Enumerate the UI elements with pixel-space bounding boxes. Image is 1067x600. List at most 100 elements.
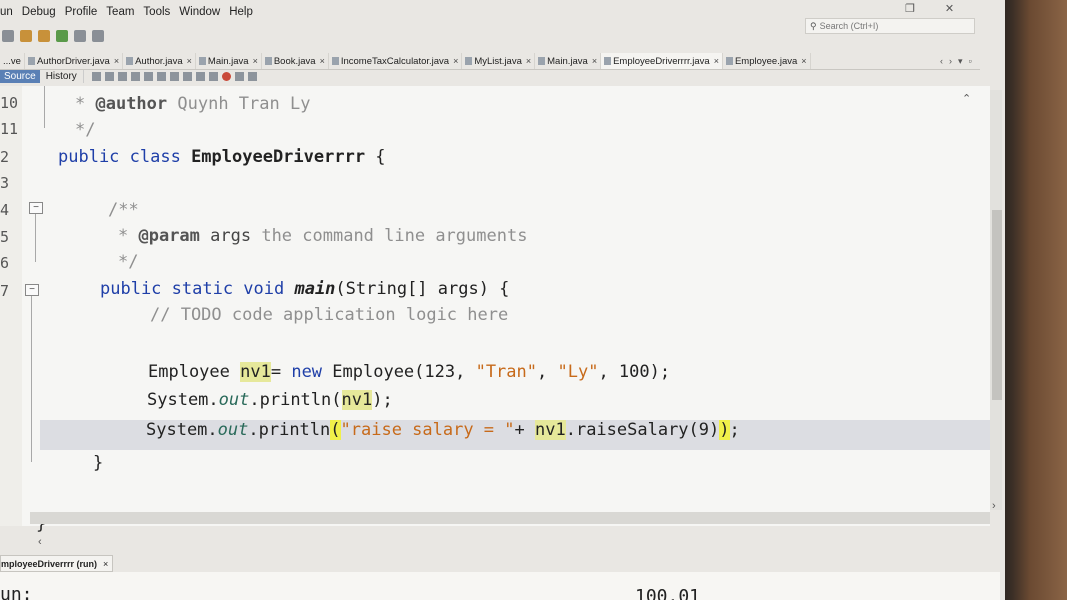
file-icon — [264, 57, 272, 65]
menu-window[interactable]: Window — [179, 6, 220, 26]
fold-collapse-icon[interactable]: − — [25, 284, 39, 296]
code-line: } — [93, 453, 103, 473]
file-icon — [538, 57, 546, 65]
code-line: /** — [108, 200, 139, 220]
code-text: = — [270, 362, 292, 382]
chevron-left-icon[interactable]: ‹ — [38, 536, 42, 548]
stop-macro-icon[interactable] — [234, 71, 244, 81]
record-macro-icon[interactable] — [221, 71, 231, 81]
uncomment-icon[interactable] — [208, 71, 218, 81]
find-prev-icon[interactable] — [130, 71, 140, 81]
tab-source[interactable]: Source — [0, 69, 40, 83]
close-icon[interactable]: ✕ — [945, 2, 954, 15]
close-icon[interactable]: × — [453, 56, 458, 66]
find-icon[interactable] — [117, 71, 127, 81]
code-line-current: System.out.println("raise salary = "+ nv… — [146, 420, 740, 440]
output-tab[interactable]: mployeeDriverrrr (run) × — [0, 555, 114, 572]
code-text: System. — [147, 390, 219, 410]
output-run-label: un: — [0, 584, 33, 600]
close-icon[interactable]: × — [526, 56, 531, 66]
clean-build-icon[interactable] — [38, 30, 50, 42]
menu-run[interactable]: un — [0, 6, 13, 26]
back-icon[interactable] — [91, 71, 101, 81]
run-icon[interactable] — [56, 30, 68, 42]
settings-icon[interactable] — [2, 30, 14, 42]
shift-right-icon[interactable] — [182, 71, 192, 81]
code-line: */ — [75, 120, 95, 140]
fold-line — [35, 214, 36, 262]
menu-help[interactable]: Help — [229, 6, 253, 26]
tab-overflow[interactable]: ...ve — [0, 53, 25, 69]
javadoc-tag: @param — [138, 226, 200, 246]
horizontal-scrollbar[interactable] — [30, 512, 990, 524]
close-icon[interactable]: × — [103, 559, 108, 569]
tab-incometaxcalculator[interactable]: IncomeTaxCalculator.java × — [329, 53, 463, 69]
close-icon[interactable]: × — [187, 56, 192, 66]
search-icon: ⚲ — [810, 20, 817, 31]
fold-collapse-icon[interactable]: − — [29, 202, 43, 214]
menu-profile[interactable]: Profile — [65, 6, 98, 26]
menu-debug[interactable]: Debug — [22, 6, 56, 26]
code-text: { — [365, 147, 386, 167]
tab-label: Main.java — [547, 55, 588, 67]
close-icon[interactable]: × — [114, 56, 119, 66]
laptop-bezel — [1000, 0, 1067, 600]
file-icon — [465, 57, 473, 65]
restore-icon[interactable]: ❐ — [905, 2, 915, 15]
tab-employee[interactable]: Employee.java × — [723, 53, 811, 69]
comment-text: // TODO code application logic here — [150, 305, 509, 325]
tab-mylist[interactable]: MyList.java × — [462, 53, 536, 69]
tab-main-2[interactable]: Main.java × — [535, 53, 602, 69]
static-field: out — [217, 420, 249, 440]
output-value: 100.01 — [635, 586, 701, 600]
close-icon[interactable]: × — [592, 56, 597, 66]
close-icon[interactable]: × — [714, 56, 719, 66]
profile-icon[interactable] — [92, 30, 104, 42]
hammer-icon[interactable] — [20, 30, 32, 42]
comment-icon[interactable] — [195, 71, 205, 81]
code-text: .raiseSalary(9) — [565, 420, 720, 440]
keyword: public class — [58, 147, 192, 167]
menu-tools[interactable]: Tools — [143, 6, 170, 26]
tab-authordriver[interactable]: AuthorDriver.java × — [25, 53, 124, 69]
code-line: public static void main(String[] args) { — [100, 279, 509, 299]
close-icon[interactable]: × — [320, 56, 325, 66]
chevron-right-icon[interactable]: › — [992, 500, 996, 512]
search-field[interactable]: ⚲ Search (Ctrl+I) — [805, 18, 975, 34]
code-line: public class EmployeeDriverrrr { — [58, 147, 386, 167]
find-next-icon[interactable] — [143, 71, 153, 81]
class-name: EmployeeDriverrrr — [191, 147, 366, 167]
toggle-highlight-icon[interactable] — [156, 71, 166, 81]
file-icon — [27, 57, 35, 65]
main-toolbar — [2, 28, 104, 44]
code-line: * @param args the command line arguments — [118, 226, 527, 246]
close-icon[interactable]: × — [253, 56, 258, 66]
code-editor[interactable]: 10 11 2 3 4 5 6 7 − − * @author Quynh Tr… — [0, 86, 995, 534]
tab-label: EmployeeDriverrrr.java — [613, 55, 710, 67]
tab-label: ...ve — [3, 55, 21, 67]
chevron-up-icon[interactable]: ⌃ — [962, 92, 971, 105]
code-text: , — [537, 362, 558, 382]
file-icon — [725, 57, 733, 65]
tab-main[interactable]: Main.java × — [196, 53, 262, 69]
tab-history[interactable]: History — [40, 69, 84, 83]
editor-toolbar: Source History — [0, 68, 980, 84]
vertical-scroll-thumb[interactable] — [992, 210, 1002, 400]
javadoc-tag: @author — [95, 94, 168, 114]
code-text: } — [93, 453, 104, 473]
line-number: 7 — [0, 282, 10, 300]
tab-author[interactable]: Author.java × — [123, 53, 196, 69]
line-number: 2 — [0, 148, 10, 166]
close-icon[interactable]: × — [801, 56, 806, 66]
diff-icon[interactable] — [247, 71, 257, 81]
code-text: (String[] args) { — [335, 279, 510, 299]
tab-navigation[interactable]: ‹›▾▫ — [940, 56, 978, 67]
shift-left-icon[interactable] — [169, 71, 179, 81]
line-number: 6 — [0, 254, 10, 272]
menu-team[interactable]: Team — [106, 6, 134, 26]
tab-employeedriverrrr[interactable]: EmployeeDriverrrr.java × — [601, 53, 723, 69]
keyword: new — [291, 362, 323, 382]
forward-icon[interactable] — [104, 71, 114, 81]
debug-icon[interactable] — [74, 30, 86, 42]
tab-book[interactable]: Book.java × — [262, 53, 329, 69]
